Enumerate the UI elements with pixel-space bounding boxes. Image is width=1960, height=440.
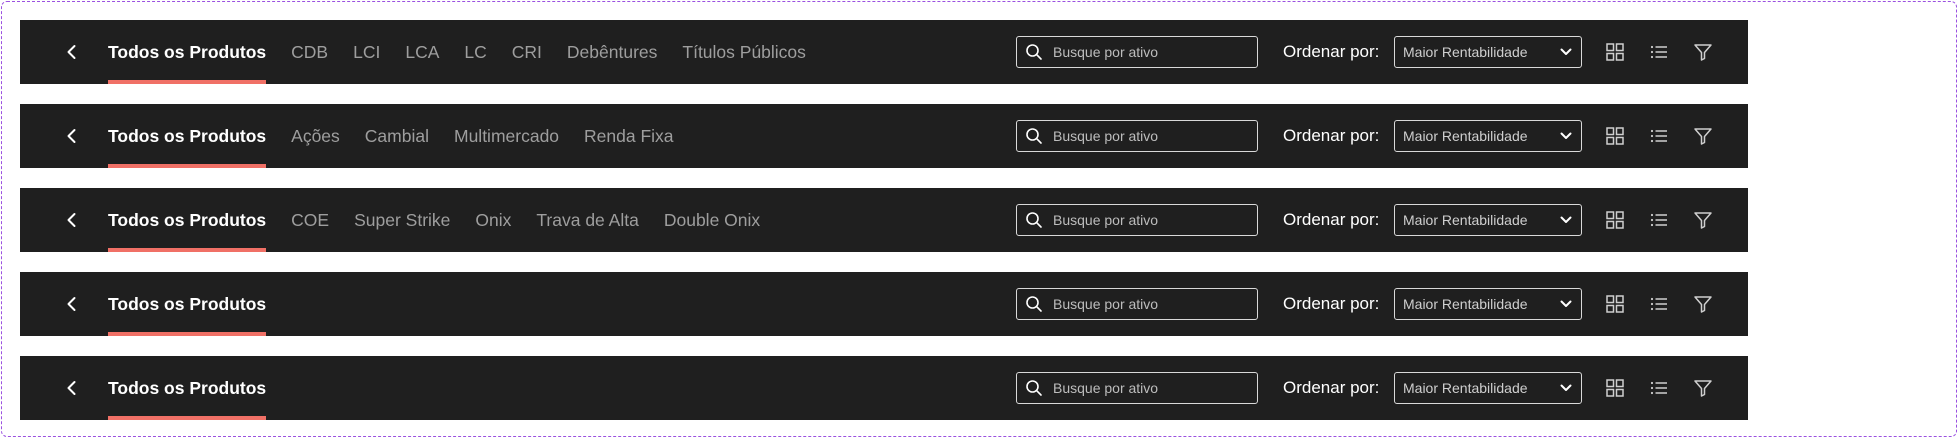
tab-onix[interactable]: Onix <box>475 188 511 252</box>
tab-cri[interactable]: CRI <box>512 20 542 84</box>
sort-dropdown[interactable]: Maior Rentabilidade <box>1394 120 1582 152</box>
chevron-left-icon[interactable] <box>62 126 82 146</box>
sort-label: Ordenar por: <box>1283 126 1380 145</box>
sort-dropdown[interactable]: Maior Rentabilidade <box>1394 372 1582 404</box>
grid-view-icon[interactable] <box>1604 41 1626 63</box>
product-toolbar: Todos os Produtos Ações Cambial Multimer… <box>20 104 1748 168</box>
sort-selected-value: Maior Rentabilidade <box>1403 128 1528 144</box>
chevron-left-icon[interactable] <box>62 210 82 230</box>
category-tabs: Todos os Produtos <box>108 356 291 420</box>
product-toolbar: Todos os Produtos COE Super Strike Onix … <box>20 188 1748 252</box>
tab-double-onix[interactable]: Double Onix <box>664 188 760 252</box>
sort-selected-value: Maior Rentabilidade <box>1403 212 1528 228</box>
tab-todos-os-produtos[interactable]: Todos os Produtos <box>108 188 267 252</box>
chevron-left-icon[interactable] <box>62 294 82 314</box>
category-tabs: Todos os Produtos CDB LCI LCA LC CRI Deb… <box>108 20 831 84</box>
grid-view-icon[interactable] <box>1604 209 1626 231</box>
tab-todos-os-produtos[interactable]: Todos os Produtos <box>108 20 267 84</box>
tab-renda-fixa[interactable]: Renda Fixa <box>584 104 674 168</box>
sort-label: Ordenar por: <box>1283 378 1380 397</box>
filter-icon[interactable] <box>1692 41 1714 63</box>
category-tabs: Todos os Produtos <box>108 272 291 336</box>
list-view-icon[interactable] <box>1648 209 1670 231</box>
chevron-left-icon[interactable] <box>62 42 82 62</box>
list-view-icon[interactable] <box>1648 41 1670 63</box>
sort-dropdown[interactable]: Maior Rentabilidade <box>1394 288 1582 320</box>
chevron-down-icon <box>1560 384 1572 391</box>
tab-acoes[interactable]: Ações <box>291 104 340 168</box>
list-view-icon[interactable] <box>1648 377 1670 399</box>
search-input[interactable] <box>1051 295 1245 313</box>
sort-label: Ordenar por: <box>1283 42 1380 61</box>
search-input[interactable] <box>1051 127 1245 145</box>
filter-icon[interactable] <box>1692 293 1714 315</box>
tab-coe[interactable]: COE <box>291 188 329 252</box>
filter-icon[interactable] <box>1692 209 1714 231</box>
filter-icon[interactable] <box>1692 125 1714 147</box>
product-toolbar: Todos os Produtos Ordenar por: Maior Ren… <box>20 356 1748 420</box>
search-box[interactable] <box>1016 372 1258 404</box>
grid-view-icon[interactable] <box>1604 125 1626 147</box>
tab-lca[interactable]: LCA <box>405 20 439 84</box>
toolbar-variants: Todos os Produtos CDB LCI LCA LC CRI Deb… <box>20 20 1748 440</box>
product-toolbar: Todos os Produtos Ordenar por: Maior Ren… <box>20 272 1748 336</box>
chevron-left-icon[interactable] <box>62 378 82 398</box>
tab-multimercado[interactable]: Multimercado <box>454 104 559 168</box>
tab-todos-os-produtos[interactable]: Todos os Produtos <box>108 104 267 168</box>
filter-icon[interactable] <box>1692 377 1714 399</box>
tab-lci[interactable]: LCI <box>353 20 380 84</box>
sort-selected-value: Maior Rentabilidade <box>1403 44 1528 60</box>
category-tabs: Todos os Produtos Ações Cambial Multimer… <box>108 104 699 168</box>
chevron-down-icon <box>1560 300 1572 307</box>
tab-lc[interactable]: LC <box>464 20 486 84</box>
tab-cambial[interactable]: Cambial <box>365 104 429 168</box>
tab-debentures[interactable]: Debêntures <box>567 20 657 84</box>
search-icon <box>1026 380 1042 396</box>
sort-label: Ordenar por: <box>1283 294 1380 313</box>
tab-titulos-publicos[interactable]: Títulos Públicos <box>682 20 806 84</box>
search-box[interactable] <box>1016 204 1258 236</box>
search-input[interactable] <box>1051 379 1245 397</box>
search-box[interactable] <box>1016 120 1258 152</box>
search-icon <box>1026 212 1042 228</box>
search-icon <box>1026 296 1042 312</box>
product-toolbar: Todos os Produtos CDB LCI LCA LC CRI Deb… <box>20 20 1748 84</box>
tab-todos-os-produtos[interactable]: Todos os Produtos <box>108 272 267 336</box>
tab-trava-de-alta[interactable]: Trava de Alta <box>536 188 638 252</box>
search-icon <box>1026 128 1042 144</box>
sort-selected-value: Maior Rentabilidade <box>1403 296 1528 312</box>
tab-super-strike[interactable]: Super Strike <box>354 188 450 252</box>
search-icon <box>1026 44 1042 60</box>
sort-dropdown[interactable]: Maior Rentabilidade <box>1394 36 1582 68</box>
sort-selected-value: Maior Rentabilidade <box>1403 380 1528 396</box>
search-input[interactable] <box>1051 211 1245 229</box>
category-tabs: Todos os Produtos COE Super Strike Onix … <box>108 188 785 252</box>
tab-todos-os-produtos[interactable]: Todos os Produtos <box>108 356 267 420</box>
sort-label: Ordenar por: <box>1283 210 1380 229</box>
grid-view-icon[interactable] <box>1604 293 1626 315</box>
tab-cdb[interactable]: CDB <box>291 20 328 84</box>
list-view-icon[interactable] <box>1648 125 1670 147</box>
list-view-icon[interactable] <box>1648 293 1670 315</box>
search-box[interactable] <box>1016 288 1258 320</box>
grid-view-icon[interactable] <box>1604 377 1626 399</box>
chevron-down-icon <box>1560 132 1572 139</box>
sort-dropdown[interactable]: Maior Rentabilidade <box>1394 204 1582 236</box>
chevron-down-icon <box>1560 48 1572 55</box>
search-input[interactable] <box>1051 43 1245 61</box>
search-box[interactable] <box>1016 36 1258 68</box>
chevron-down-icon <box>1560 216 1572 223</box>
